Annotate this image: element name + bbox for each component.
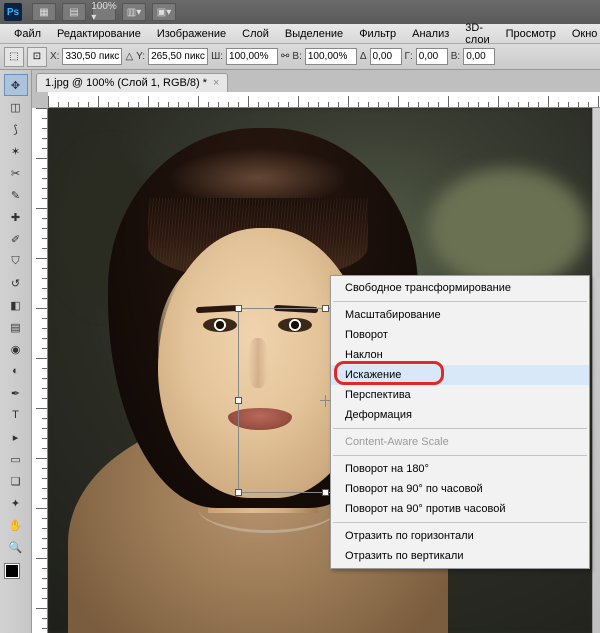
handle-bm[interactable] (322, 489, 329, 496)
gradient-tool[interactable]: ▤ (4, 316, 28, 338)
handle-tm[interactable] (322, 305, 329, 312)
w-input[interactable] (226, 48, 278, 65)
blur-tool[interactable]: ◉ (4, 338, 28, 360)
panels-collapsed[interactable] (592, 108, 600, 633)
dodge-tool[interactable]: ◐ (4, 360, 28, 382)
ruler-vertical[interactable] (32, 108, 48, 633)
menu-edit[interactable]: Редактирование (49, 25, 149, 43)
crop-tool[interactable]: ✂ (4, 162, 28, 184)
menu-layer[interactable]: Слой (234, 25, 277, 43)
stamp-tool[interactable]: ⛉ (4, 250, 28, 272)
screen-mode-icon[interactable]: ▣▾ (152, 3, 176, 21)
menu-view[interactable]: Просмотр (498, 25, 564, 43)
context-menu-item: Content-Aware Scale (331, 432, 589, 452)
zoom-level[interactable]: 100% ▾ (92, 3, 116, 21)
options-bar: ⬚ ⊡ X: △ Y: Ш: ⚯ В: Δ Г: В: (0, 44, 600, 70)
menu-analysis[interactable]: Анализ (404, 25, 457, 43)
arrange-docs-icon[interactable]: ▥▾ (122, 3, 146, 21)
title-bar: Ps ▦ ▤ 100% ▾ ▥▾ ▣▾ (0, 0, 600, 24)
context-menu-item[interactable]: Поворот (331, 325, 589, 345)
angle-icon: Δ (360, 51, 367, 62)
fg-color[interactable] (5, 564, 19, 578)
vskew-label: В: (451, 51, 460, 62)
context-menu-item[interactable]: Отразить по вертикали (331, 546, 589, 566)
x-label: X: (50, 51, 59, 62)
context-menu-item[interactable]: Поворот на 180° (331, 459, 589, 479)
menu-window[interactable]: Окно (564, 25, 600, 43)
context-menu-item[interactable]: Наклон (331, 345, 589, 365)
x-input[interactable] (62, 48, 122, 65)
marquee-tool[interactable]: ◫ (4, 96, 28, 118)
pen-tool[interactable]: ✒ (4, 382, 28, 404)
delta-icon: △ (125, 51, 133, 62)
context-menu-item[interactable]: Свободное трансформирование (331, 278, 589, 298)
handle-bl[interactable] (235, 489, 242, 496)
launch-bridge-icon[interactable]: ▦ (32, 3, 56, 21)
healing-tool[interactable]: ✚ (4, 206, 28, 228)
hskew-input[interactable] (416, 48, 448, 65)
context-menu-item[interactable]: Перспектива (331, 385, 589, 405)
context-menu-item[interactable]: Деформация (331, 405, 589, 425)
context-menu-item[interactable]: Масштабирование (331, 305, 589, 325)
move-tool[interactable]: ✥ (4, 74, 28, 96)
hand-tool[interactable]: ✋ (4, 514, 28, 536)
handle-tl[interactable] (235, 305, 242, 312)
hskew-label: Г: (405, 51, 413, 62)
menu-3d[interactable]: 3D-слои (457, 19, 497, 49)
view-extras-icon[interactable]: ▤ (62, 3, 86, 21)
menu-file[interactable]: Файл (6, 25, 49, 43)
zoom-tool[interactable]: 🔍 (4, 536, 28, 558)
quick-select-tool[interactable]: ✶ (4, 140, 28, 162)
3d-camera-tool[interactable]: ✦ (4, 492, 28, 514)
handle-ml[interactable] (235, 397, 242, 404)
vskew-input[interactable] (463, 48, 495, 65)
context-menu-item[interactable]: Поворот на 90° против часовой (331, 499, 589, 519)
close-tab-icon[interactable]: × (213, 77, 219, 89)
context-menu-item[interactable]: Искажение (331, 365, 589, 385)
document-tab[interactable]: 1.jpg @ 100% (Слой 1, RGB/8) * × (36, 73, 228, 92)
document-tab-title: 1.jpg @ 100% (Слой 1, RGB/8) * (45, 77, 207, 89)
color-swatch[interactable] (5, 564, 27, 586)
context-menu-item[interactable]: Отразить по горизонтали (331, 526, 589, 546)
eyedropper-tool[interactable]: ✎ (4, 184, 28, 206)
tools-panel: ✥ ◫ ⟆ ✶ ✂ ✎ ✚ ✐ ⛉ ↺ ◧ ▤ ◉ ◐ ✒ T ▸ ▭ ❏ ✦ … (0, 70, 32, 633)
3d-tool[interactable]: ❏ (4, 470, 28, 492)
transform-tool-icon[interactable]: ⬚ (4, 47, 24, 67)
menu-filter[interactable]: Фильтр (351, 25, 404, 43)
angle-input[interactable] (370, 48, 402, 65)
menu-select[interactable]: Выделение (277, 25, 351, 43)
transform-center[interactable] (322, 397, 330, 405)
reference-point-icon[interactable]: ⊡ (27, 47, 47, 67)
document-tabs: 1.jpg @ 100% (Слой 1, RGB/8) * × (32, 70, 600, 92)
path-select-tool[interactable]: ▸ (4, 426, 28, 448)
type-tool[interactable]: T (4, 404, 28, 426)
brush-tool[interactable]: ✐ (4, 228, 28, 250)
shape-tool[interactable]: ▭ (4, 448, 28, 470)
y-label: Y: (136, 51, 145, 62)
w-label: Ш: (211, 51, 223, 62)
eraser-tool[interactable]: ◧ (4, 294, 28, 316)
y-input[interactable] (148, 48, 208, 65)
menu-image[interactable]: Изображение (149, 25, 234, 43)
app-logo: Ps (4, 3, 22, 21)
ruler-horizontal[interactable] (48, 92, 600, 108)
transform-context-menu: Свободное трансформирование Масштабирован… (330, 275, 590, 569)
history-brush-tool[interactable]: ↺ (4, 272, 28, 294)
h-input[interactable] (305, 48, 357, 65)
lasso-tool[interactable]: ⟆ (4, 118, 28, 140)
h-label: В: (292, 51, 301, 62)
context-menu-item[interactable]: Поворот на 90° по часовой (331, 479, 589, 499)
menu-bar: Файл Редактирование Изображение Слой Выд… (0, 24, 600, 44)
link-icon[interactable]: ⚯ (281, 51, 289, 62)
